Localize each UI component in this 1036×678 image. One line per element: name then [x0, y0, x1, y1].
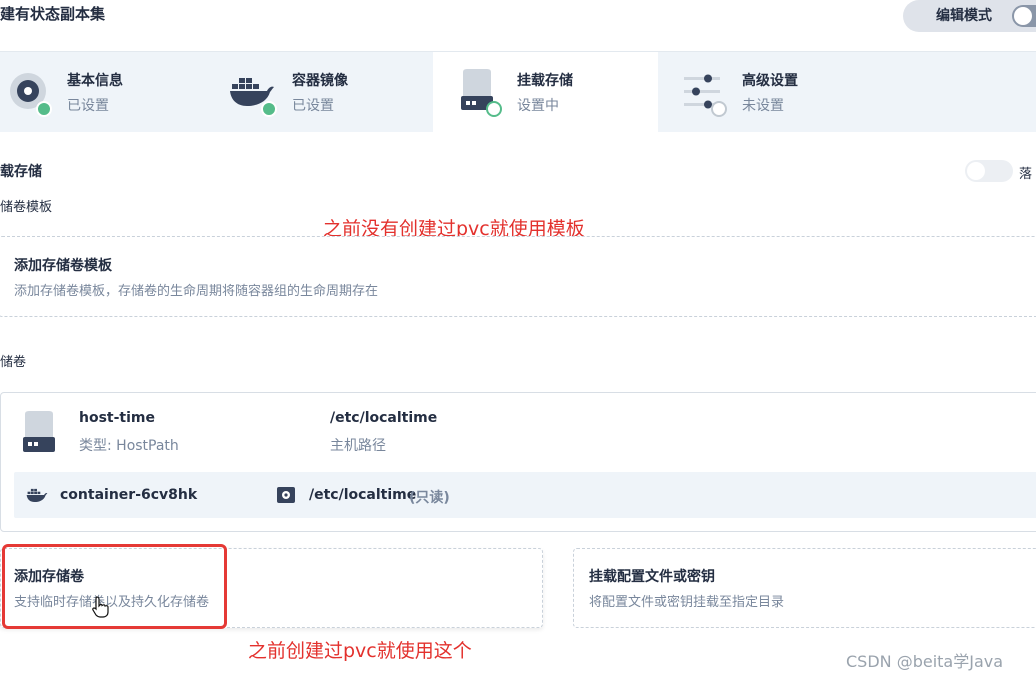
volumes-section-label: 储卷 — [0, 355, 27, 370]
step-status: 未设置 — [742, 98, 784, 114]
volume-host-path: /etc/localtime — [330, 410, 438, 426]
annotation-bottom: 之前创建过pvc就使用这个 — [248, 640, 472, 662]
section-title: 载存储 — [0, 164, 42, 180]
step-status: 已设置 — [67, 98, 109, 114]
step-status: 设置中 — [517, 98, 559, 114]
section-toggle-knob — [967, 162, 985, 180]
page-title: 建有状态副本集 — [0, 5, 106, 23]
step-title: 基本信息 — [67, 73, 123, 89]
edit-mode-label: 编辑模式 — [936, 8, 992, 24]
card-description: 将配置文件或密钥挂载至指定目录 — [589, 595, 785, 610]
template-section-label: 储卷模板 — [0, 200, 53, 215]
step-title: 高级设置 — [742, 73, 798, 89]
volume-name: host-time — [79, 410, 155, 426]
add-volume-template-card[interactable] — [0, 236, 1036, 317]
mount-gear-icon — [277, 487, 295, 503]
tab-mount-storage[interactable]: 挂载存储 设置中 — [433, 52, 658, 132]
tab-container-image[interactable]: 容器镜像 已设置 — [215, 52, 433, 132]
storage-drive-icon — [23, 411, 55, 452]
edit-mode-toggle-knob — [1014, 7, 1032, 25]
volume-host-path-label: 主机路径 — [330, 438, 386, 454]
step-title: 容器镜像 — [292, 73, 348, 89]
step-pending-indicator — [711, 101, 727, 117]
volume-type: 类型: HostPath — [79, 438, 179, 454]
step-title: 挂载存储 — [517, 73, 573, 89]
section-toggle-label: 落 — [1019, 167, 1033, 182]
tab-advanced-settings[interactable]: 高级设置 未设置 — [658, 52, 898, 132]
step-status: 已设置 — [292, 98, 334, 114]
mount-path: /etc/localtime — [309, 487, 417, 503]
watermark: CSDN @beita学Java — [846, 652, 1004, 671]
highlight-box — [2, 544, 227, 629]
hand-cursor-icon — [92, 596, 109, 618]
mount-mode: (只读) — [409, 490, 450, 506]
card-description: 添加存储卷模板，存储卷的生命周期将随容器组的生命周期存在 — [14, 284, 379, 299]
step-done-indicator — [261, 101, 277, 117]
card-title: 添加存储卷模板 — [14, 258, 112, 274]
tab-basic-info[interactable]: 基本信息 已设置 — [0, 52, 215, 132]
docker-whale-icon — [26, 488, 48, 503]
container-name: container-6cv8hk — [60, 487, 198, 503]
mount-config-secret-card[interactable] — [573, 548, 1036, 628]
step-in-progress-indicator — [486, 101, 502, 117]
step-done-indicator — [36, 101, 52, 117]
card-title: 挂载配置文件或密钥 — [589, 569, 715, 585]
